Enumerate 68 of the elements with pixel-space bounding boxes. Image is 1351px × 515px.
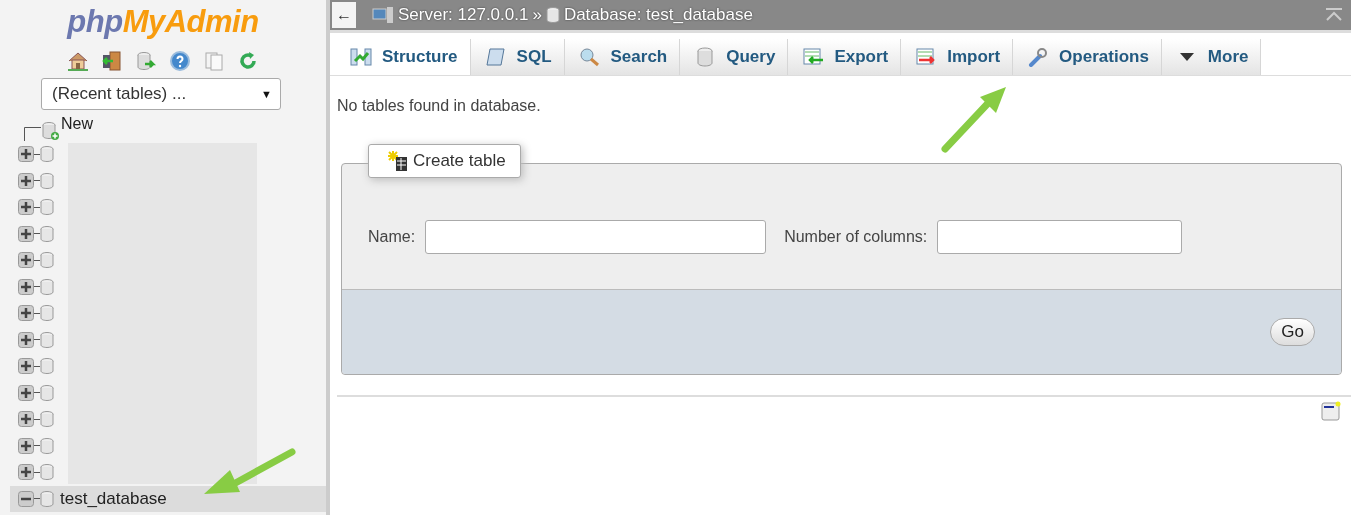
- database-icon: [40, 252, 54, 269]
- columns-label: Number of columns:: [784, 227, 928, 246]
- dropdown-caret[interactable]: ▼: [261, 88, 272, 100]
- columns-field[interactable]: [937, 219, 1183, 254]
- database-icon: [40, 490, 54, 507]
- breadcrumb-separator: »: [532, 5, 542, 25]
- database-icon: [40, 384, 54, 401]
- home-icon[interactable]: [67, 50, 89, 72]
- tab[interactable]: Operations: [1013, 39, 1162, 75]
- expand-icon[interactable]: [18, 199, 34, 216]
- status-message: No tables found in database.: [337, 97, 542, 115]
- reload-icon[interactable]: [237, 50, 259, 72]
- expand-icon[interactable]: [18, 411, 34, 428]
- window-icon[interactable]: [1321, 401, 1341, 421]
- database-icon: [40, 146, 54, 163]
- new-database-link[interactable]: New: [61, 115, 93, 133]
- recent-tables-dropdown[interactable]: (Recent tables) ... ▼: [41, 78, 281, 110]
- database-icon: [40, 358, 54, 375]
- database-icon: [545, 7, 560, 23]
- expand-icon[interactable]: [18, 225, 34, 242]
- collapse-icon[interactable]: [18, 490, 34, 507]
- server-breadcrumb[interactable]: Server: 127.0.0.1: [398, 5, 529, 25]
- expand-icon[interactable]: [18, 172, 34, 189]
- new-database-icon[interactable]: [41, 121, 59, 141]
- expand-icon[interactable]: [18, 437, 34, 454]
- server-icon: [372, 6, 394, 24]
- logo[interactable]: phpMyAdmin: [67, 4, 259, 40]
- database-arrow-icon[interactable]: [135, 50, 157, 72]
- name-label: Name:: [368, 227, 416, 246]
- expand-icon[interactable]: [18, 278, 34, 295]
- scroll-icon: [484, 47, 507, 67]
- wrench-icon: [1027, 47, 1050, 67]
- tab[interactable]: Search: [564, 39, 681, 75]
- back-button[interactable]: ←: [332, 2, 356, 28]
- expand-icon[interactable]: [18, 331, 34, 348]
- database-breadcrumb[interactable]: Database: test_database: [563, 5, 753, 25]
- export-icon: [802, 47, 825, 67]
- tab[interactable]: Import: [901, 39, 1014, 75]
- expand-icon[interactable]: [18, 252, 34, 269]
- database-icon: [40, 437, 54, 454]
- database-name[interactable]: test_database: [60, 488, 167, 509]
- database-icon: [40, 172, 54, 189]
- database-icon: [40, 199, 54, 216]
- tab[interactable]: More: [1161, 39, 1262, 75]
- expand-icon[interactable]: [18, 384, 34, 401]
- tab[interactable]: Export: [788, 39, 902, 75]
- database-icon: [40, 305, 54, 322]
- new-table-icon: [387, 150, 409, 172]
- door-exit-icon[interactable]: [101, 50, 123, 72]
- expand-icon[interactable]: [18, 358, 34, 375]
- database-icon: [40, 331, 54, 348]
- search-icon: [578, 47, 601, 67]
- expand-icon[interactable]: [18, 305, 34, 322]
- selected-tree-row[interactable]: test_database: [10, 485, 326, 512]
- expand-icon[interactable]: [18, 146, 34, 163]
- go-button[interactable]: Go: [1270, 318, 1315, 346]
- database-icon: [40, 411, 54, 428]
- database-icon: [40, 464, 54, 481]
- expand-icon[interactable]: [18, 464, 34, 481]
- structure-icon: [350, 47, 372, 67]
- database-icon: [40, 278, 54, 295]
- database-icon: [40, 225, 54, 242]
- help-icon[interactable]: [169, 50, 191, 72]
- name-field[interactable]: [425, 219, 767, 254]
- legend-title: Create table: [413, 151, 506, 171]
- tab[interactable]: Query: [680, 39, 789, 75]
- tab[interactable]: SQL: [470, 39, 565, 75]
- tree-line-icon: [24, 127, 41, 141]
